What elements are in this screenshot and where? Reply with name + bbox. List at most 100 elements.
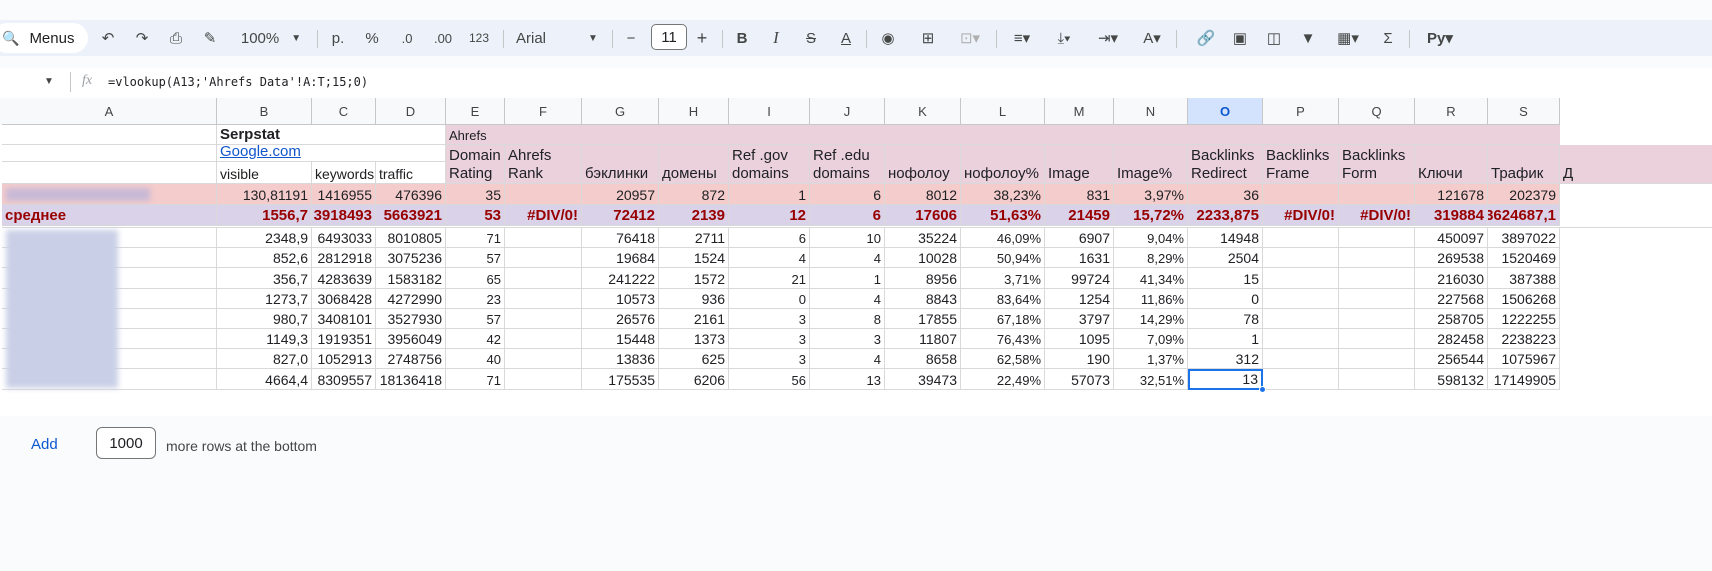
table-cell[interactable]: 14,29% (1114, 309, 1188, 329)
table-cell[interactable]: 625 (659, 349, 729, 369)
column-header-a[interactable]: A (2, 98, 217, 125)
number-format-button[interactable]: 123 (464, 20, 494, 56)
table-cell[interactable]: 2348,9 (217, 228, 312, 248)
column-header-f[interactable]: F (505, 98, 582, 125)
table-cell[interactable]: 56 (729, 369, 810, 390)
table-cell[interactable] (505, 369, 582, 390)
table-cell[interactable]: 3068428 (312, 289, 376, 309)
undo-icon[interactable]: ↶ (96, 20, 120, 56)
table-cell[interactable]: 3,71% (961, 268, 1045, 289)
table-cell[interactable] (505, 309, 582, 329)
table-cell[interactable]: 1572 (659, 268, 729, 289)
own-site-cell[interactable]: 130,81191 (217, 184, 312, 205)
table-cell[interactable] (1339, 329, 1415, 349)
table-cell[interactable] (1263, 309, 1339, 329)
label-visible[interactable]: visible (217, 162, 312, 184)
table-cell[interactable]: 312 (1188, 349, 1263, 369)
bold-icon[interactable]: B (730, 20, 754, 56)
table-cell[interactable]: 62,58% (961, 349, 1045, 369)
table-cell[interactable]: 35224 (885, 228, 961, 248)
table-cell[interactable] (505, 329, 582, 349)
horizontal-align-icon[interactable]: ≡▾ (1004, 20, 1040, 56)
active-cell[interactable]: 13 (1188, 369, 1263, 390)
table-cell[interactable]: 282458 (1415, 329, 1488, 349)
borders-icon[interactable]: ⊞ (916, 20, 940, 56)
table-cell[interactable]: 227568 (1415, 289, 1488, 309)
column-header-d[interactable]: D (376, 98, 446, 125)
average-cell[interactable]: 21459 (1045, 205, 1114, 226)
average-cell[interactable]: 12 (729, 205, 810, 226)
table-cell[interactable] (1263, 349, 1339, 369)
table-cell[interactable]: 42 (446, 329, 505, 349)
own-site-cell[interactable]: 872 (659, 184, 729, 205)
table-cell[interactable] (1339, 268, 1415, 289)
own-site-cell[interactable]: 38,23% (961, 184, 1045, 205)
table-cell[interactable]: 216030 (1415, 268, 1488, 289)
table-cell[interactable]: 0 (1188, 289, 1263, 309)
column-header-g[interactable]: G (582, 98, 659, 125)
table-cell[interactable] (1339, 369, 1415, 390)
vertical-align-icon[interactable]: ⤓▾ (1046, 20, 1082, 56)
table-cell[interactable]: 40 (446, 349, 505, 369)
label-j[interactable]: Ref .edu domains (810, 145, 885, 184)
table-cell[interactable]: 15 (1188, 268, 1263, 289)
table-cell[interactable]: 50,94% (961, 248, 1045, 268)
table-cell[interactable]: 3408101 (312, 309, 376, 329)
font-select[interactable]: Arial ▼ (512, 20, 604, 56)
strikethrough-icon[interactable]: S (799, 20, 823, 56)
own-site-cell[interactable]: 6 (810, 184, 885, 205)
label-traffic[interactable]: traffic (376, 162, 446, 184)
table-cell[interactable]: 57 (446, 248, 505, 268)
label-m[interactable]: Image (1045, 145, 1114, 184)
chart-icon[interactable]: ◫ (1262, 20, 1286, 56)
table-cell[interactable]: 71 (446, 228, 505, 248)
table-cell[interactable]: 852,6 (217, 248, 312, 268)
increase-font-size-icon[interactable]: + (690, 20, 714, 56)
table-cell[interactable]: 13836 (582, 349, 659, 369)
table-cell[interactable] (1339, 289, 1415, 309)
label-k[interactable]: нофолоу (885, 145, 961, 184)
label-r[interactable]: Ключи (1415, 145, 1488, 184)
table-cell[interactable]: 8010805 (376, 228, 446, 248)
table-cell[interactable]: 2238223 (1488, 329, 1560, 349)
google-link[interactable]: Google.com (217, 145, 446, 162)
column-header-n[interactable]: N (1114, 98, 1188, 125)
label-l[interactable]: нофолоу% (961, 145, 1045, 184)
menus-search-button[interactable]: 🔍 Menus (0, 23, 88, 53)
table-cell[interactable] (505, 268, 582, 289)
average-cell[interactable]: 3918493 (312, 205, 376, 226)
table-cell[interactable]: 175535 (582, 369, 659, 390)
cell-a3[interactable] (2, 145, 217, 184)
text-wrapping-icon[interactable]: ⇥▾ (1090, 20, 1126, 56)
table-cell[interactable]: 3897022 (1488, 228, 1560, 248)
label-o[interactable]: Backlinks Redirect (1188, 145, 1263, 184)
table-cell[interactable]: 18136418 (376, 369, 446, 390)
spreadsheet-grid[interactable]: A B C D E F G H I J K L M N O P Q R S Serpstat Ahrefs Google.… (0, 98, 1712, 416)
paint-format-icon[interactable]: ✎ (198, 20, 222, 56)
table-cell[interactable]: 3 (729, 329, 810, 349)
table-cell[interactable] (505, 228, 582, 248)
table-cell[interactable]: 1373 (659, 329, 729, 349)
label-p[interactable]: Backlinks Frame (1263, 145, 1339, 184)
average-cell[interactable]: 2139 (659, 205, 729, 226)
table-cell[interactable]: 4 (729, 248, 810, 268)
table-cell[interactable]: 2711 (659, 228, 729, 248)
table-cell[interactable]: 8 (810, 309, 885, 329)
table-cell[interactable]: 1222255 (1488, 309, 1560, 329)
table-cell[interactable] (1339, 349, 1415, 369)
currency-button[interactable]: р. (326, 20, 350, 56)
table-cell[interactable]: 14948 (1188, 228, 1263, 248)
column-header-r[interactable]: R (1415, 98, 1488, 125)
table-cell[interactable]: 1273,7 (217, 289, 312, 309)
table-cell[interactable]: 258705 (1415, 309, 1488, 329)
own-site-cell[interactable] (1339, 184, 1415, 205)
label-keywords[interactable]: keywords (312, 162, 376, 184)
column-header-p[interactable]: P (1263, 98, 1339, 125)
table-cell[interactable]: 8658 (885, 349, 961, 369)
table-cell[interactable]: 2161 (659, 309, 729, 329)
table-cell[interactable]: 6493033 (312, 228, 376, 248)
table-cell[interactable]: 13 (810, 369, 885, 390)
table-cell[interactable] (1263, 289, 1339, 309)
table-cell[interactable]: 1631 (1045, 248, 1114, 268)
own-site-cell[interactable] (1263, 184, 1339, 205)
